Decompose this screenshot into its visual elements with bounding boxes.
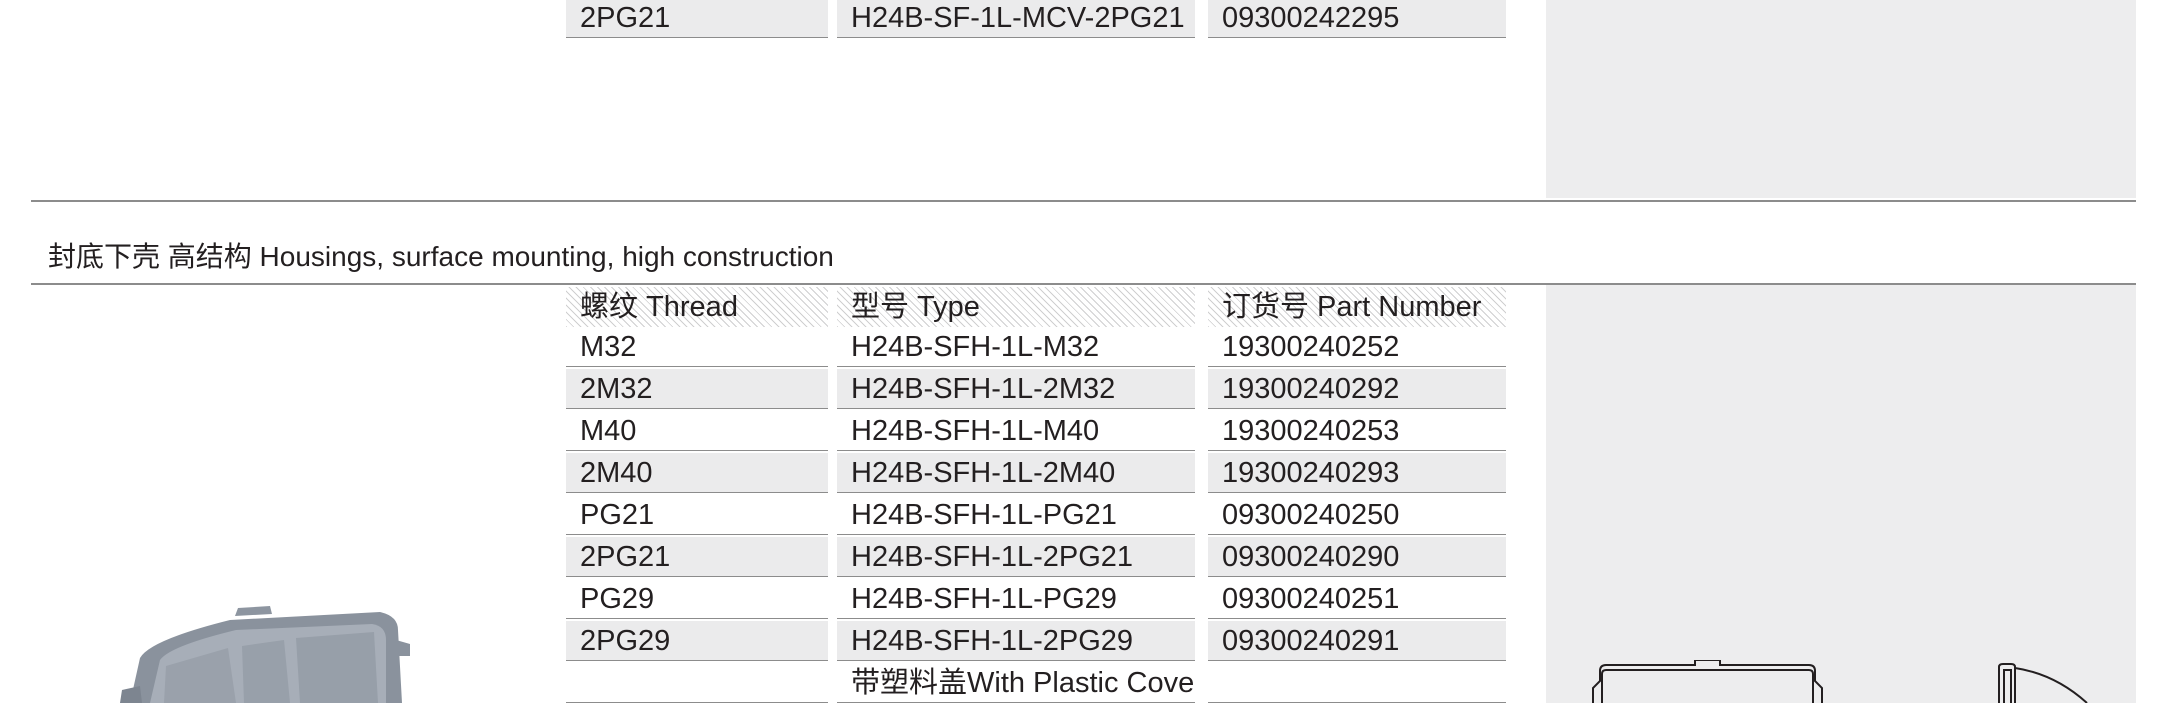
part-number-cell [1208, 663, 1506, 703]
type-cell: H24B-SFH-1L-2PG21 [837, 537, 1195, 577]
type-cell: H24B-SF-1L-MCV-2PG21 [837, 0, 1195, 38]
housing-front-view-drawing [1592, 660, 1823, 703]
type-cell: H24B-SFH-1L-M40 [837, 411, 1195, 451]
thread-cell: M32 [566, 327, 828, 367]
type-cell: H24B-SFH-1L-2M32 [837, 369, 1195, 409]
part-number-cell: 19300240293 [1208, 453, 1506, 493]
housing-product-image [120, 606, 410, 703]
type-cell: H24B-SFH-1L-M32 [837, 327, 1195, 367]
type-cell: H24B-SFH-1L-PG29 [837, 579, 1195, 619]
thread-cell: M40 [566, 411, 828, 451]
thread-cell: 2M40 [566, 453, 828, 493]
part-number-cell: 09300240251 [1208, 579, 1506, 619]
housing-side-view-drawing [1998, 663, 2088, 703]
drawing-panel-bottom [1546, 285, 2136, 703]
part-number-cell: 09300240250 [1208, 495, 1506, 535]
thread-cell: PG21 [566, 495, 828, 535]
thread-cell: 2PG29 [566, 621, 828, 661]
part-number-cell: 19300240253 [1208, 411, 1506, 451]
thread-cell: 2PG21 [566, 537, 828, 577]
section-title-rule [31, 283, 2136, 285]
type-cell: H24B-SFH-1L-2M40 [837, 453, 1195, 493]
section-title: 封底下壳 高结构 Housings, surface mounting, hig… [48, 241, 834, 272]
part-number-cell: 19300240252 [1208, 327, 1506, 367]
type-cell: H24B-SFH-1L-PG21 [837, 495, 1195, 535]
drawing-panel-top [1546, 0, 2136, 198]
type-header: 型号 Type [837, 287, 1195, 327]
part-number-cell: 09300240291 [1208, 621, 1506, 661]
part-number-cell: 09300242295 [1208, 0, 1506, 38]
type-cell: H24B-SFH-1L-2PG29 [837, 621, 1195, 661]
footer-note: 带塑料盖With Plastic Cover [837, 663, 1195, 703]
thread-cell: PG29 [566, 579, 828, 619]
thread-cell: 2M32 [566, 369, 828, 409]
part-number-cell: 19300240292 [1208, 369, 1506, 409]
section-divider [31, 200, 2136, 202]
thread-cell: 2PG21 [566, 0, 828, 38]
thread-header: 螺纹 Thread [566, 287, 828, 327]
thread-cell [566, 663, 828, 703]
part-number-header: 订货号 Part Number [1208, 287, 1506, 327]
part-number-cell: 09300240290 [1208, 537, 1506, 577]
